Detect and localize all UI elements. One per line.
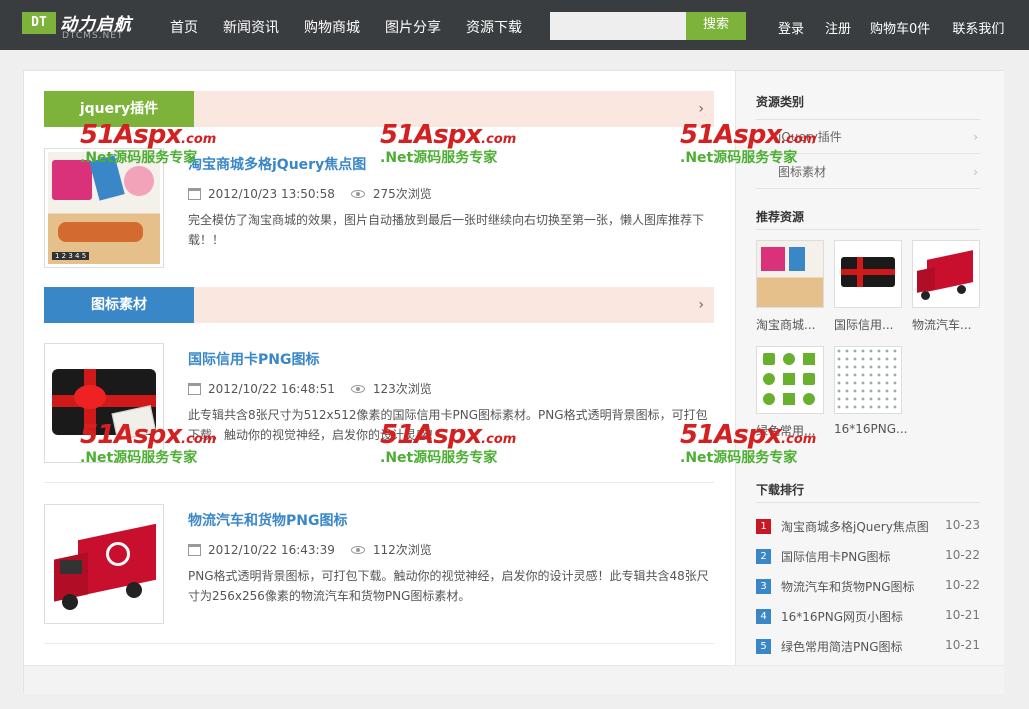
watermark: 51Aspx.com .Net源码服务专家 <box>80 120 217 166</box>
search-box: 搜索 <box>550 12 746 40</box>
item-title[interactable]: 物流汽车和货物PNG图标 <box>188 510 347 530</box>
item-meta: 2012/10/23 13:50:58 275次浏览 <box>188 185 432 202</box>
item-description: 完全模仿了淘宝商城的效果，图片自动播放到最后一张时继续向右切换至第一张，懒人图库… <box>188 213 705 247</box>
watermark: 51Aspx.com .Net源码服务专家 <box>380 120 517 166</box>
logo-domain: DTCMS.NET <box>62 31 124 41</box>
divider <box>44 482 714 483</box>
watermark: 51Aspx.com .Net源码服务专家 <box>680 120 817 166</box>
item-meta: 2012/10/22 16:48:51 123次浏览 <box>188 380 432 397</box>
rank-number: 4 <box>756 609 771 624</box>
rank-date: 10-21 <box>945 608 980 622</box>
rank-number: 1 <box>756 519 771 534</box>
rank-number: 5 <box>756 639 771 654</box>
watermark: 51Aspx.com .Net源码服务专家 <box>380 420 517 466</box>
list-item: 物流汽车和货物PNG图标 2012/10/22 16:43:39 112次浏览 … <box>44 504 714 624</box>
recommended-item[interactable]: 国际信用... <box>834 240 902 333</box>
divider <box>756 502 980 503</box>
item-views: 275次浏览 <box>372 187 432 201</box>
sidebar-title-recommended: 推荐资源 <box>756 210 805 224</box>
nav-downloads[interactable]: 资源下载 <box>466 17 522 37</box>
sidebar-title-categories: 资源类别 <box>756 95 805 109</box>
item-views: 112次浏览 <box>372 543 432 557</box>
category-bar-icons[interactable]: 图标素材 › <box>44 287 714 323</box>
search-button[interactable]: 搜索 <box>686 12 746 40</box>
search-input[interactable] <box>550 12 686 40</box>
ranking-item[interactable]: 1 淘宝商城多格jQuery焦点图 10-23 <box>756 512 980 542</box>
cart-link[interactable]: 购物车0件 <box>870 18 930 37</box>
rank-title: 16*16PNG网页小图标 <box>781 610 904 624</box>
rank-number: 3 <box>756 579 771 594</box>
chevron-right-icon: › <box>698 101 704 117</box>
red-van-image <box>48 508 160 620</box>
ranking-item[interactable]: 3 物流汽车和货物PNG图标 10-22 <box>756 572 980 602</box>
category-label: 图标素材 <box>44 287 194 323</box>
nav-photos[interactable]: 图片分享 <box>385 17 441 37</box>
rank-number: 2 <box>756 549 771 564</box>
ranking-item[interactable]: 5 绿色常用简洁PNG图标 10-21 <box>756 632 980 662</box>
rec-name: 淘宝商城... <box>756 318 816 332</box>
item-date: 2012/10/22 16:43:39 <box>208 542 335 557</box>
rank-title: 淘宝商城多格jQuery焦点图 <box>781 520 929 534</box>
rec-thumbnail <box>834 240 902 308</box>
ranking-item[interactable]: 2 国际信用卡PNG图标 10-22 <box>756 542 980 572</box>
watermark: 51Aspx.com .Net源码服务专家 <box>680 420 817 466</box>
rec-thumbnail <box>834 346 902 414</box>
item-date: 2012/10/22 16:48:51 <box>208 381 335 396</box>
sidebar-title-ranking: 下载排行 <box>756 483 805 497</box>
chevron-right-icon: › <box>973 165 978 179</box>
rec-name: 国际信用... <box>834 318 894 332</box>
rank-date: 10-22 <box>945 548 980 562</box>
rank-title: 物流汽车和货物PNG图标 <box>781 580 915 594</box>
slide-page-numbers: 1 2 3 4 5 <box>52 252 90 260</box>
eye-icon <box>350 384 365 393</box>
login-link[interactable]: 登录 <box>778 18 804 37</box>
item-meta: 2012/10/22 16:43:39 112次浏览 <box>188 541 432 558</box>
nav-home[interactable]: 首页 <box>170 17 198 37</box>
contact-link[interactable]: 联系我们 <box>952 18 1004 37</box>
item-views: 123次浏览 <box>372 382 432 396</box>
item-description: PNG格式透明背景图标，可打包下载。触动你的视觉神经，启发你的设计灵感！此专辑共… <box>188 569 709 603</box>
rec-thumbnail <box>756 346 824 414</box>
top-header: DT 动力启航 DTCMS.NET 首页 新闻资讯 购物商城 图片分享 资源下载… <box>0 0 1029 50</box>
watermark: 51Aspx.com .Net源码服务专家 <box>80 420 217 466</box>
rec-name: 16*16PNG... <box>834 422 908 436</box>
rec-name: 物流汽车... <box>912 318 972 332</box>
rec-thumbnail <box>912 240 980 308</box>
rank-date: 10-22 <box>945 578 980 592</box>
item-title[interactable]: 国际信用卡PNG图标 <box>188 349 319 369</box>
chevron-right-icon: › <box>698 297 704 313</box>
user-links: 登录 注册 购物车0件 联系我们 <box>778 18 1004 37</box>
nav-shop[interactable]: 购物商城 <box>304 17 360 37</box>
logo-mark: DT <box>22 12 56 34</box>
recommended-item[interactable]: 16*16PNG... <box>834 346 908 436</box>
calendar-icon <box>188 382 201 395</box>
main-nav: 首页 新闻资讯 购物商城 图片分享 资源下载 <box>170 17 547 37</box>
footer-strip <box>24 665 1004 694</box>
rank-date: 10-21 <box>945 638 980 652</box>
rank-title: 国际信用卡PNG图标 <box>781 550 891 564</box>
divider <box>756 229 980 230</box>
item-date: 2012/10/23 13:50:58 <box>208 186 335 201</box>
register-link[interactable]: 注册 <box>825 18 851 37</box>
eye-icon <box>350 545 365 554</box>
rec-thumbnail <box>756 240 824 308</box>
nav-news[interactable]: 新闻资讯 <box>223 17 279 37</box>
eye-icon <box>350 189 365 198</box>
calendar-icon <box>188 543 201 556</box>
calendar-icon <box>188 187 201 200</box>
recommended-item[interactable]: 淘宝商城... <box>756 240 824 333</box>
item-thumbnail[interactable] <box>44 504 164 624</box>
rank-title: 绿色常用简洁PNG图标 <box>781 640 903 654</box>
rank-date: 10-23 <box>945 518 980 532</box>
recommended-item[interactable]: 物流汽车... <box>912 240 980 333</box>
site-logo[interactable]: DT 动力启航 DTCMS.NET <box>22 10 142 41</box>
ranking-item[interactable]: 4 16*16PNG网页小图标 10-21 <box>756 602 980 632</box>
divider <box>44 643 714 644</box>
chevron-right-icon: › <box>973 130 978 144</box>
